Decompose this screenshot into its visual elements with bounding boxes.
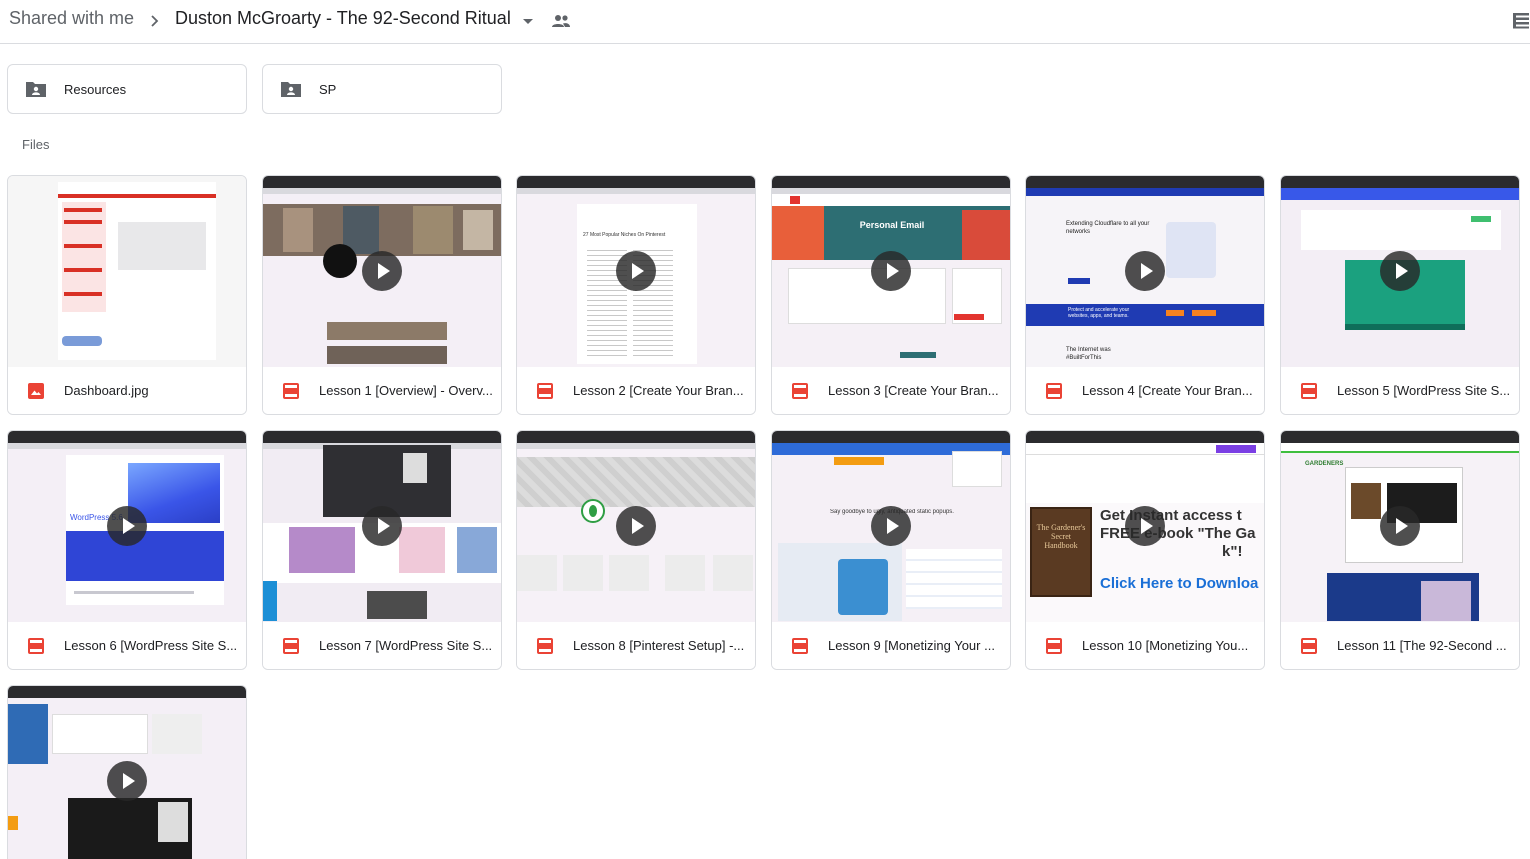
play-icon (1380, 506, 1420, 546)
folder-label: Resources (64, 82, 127, 97)
play-icon (1125, 506, 1165, 546)
file-footer: Lesson 4 [Create Your Bran... (1026, 367, 1264, 414)
thumb-headline-3: k"! (1222, 543, 1243, 560)
video-thumbnail: Extending Cloudflare to all your network… (1026, 176, 1264, 367)
play-icon (107, 506, 147, 546)
shared-folder-icon (26, 82, 46, 97)
file-name: Lesson 7 [WordPress Site S... (319, 638, 493, 653)
file-footer: Lesson 7 [WordPress Site S... (263, 622, 501, 669)
image-file-icon (28, 383, 44, 399)
file-card-dashboard[interactable]: Dashboard.jpg (7, 175, 247, 415)
file-footer: Lesson 8 [Pinterest Setup] -... (517, 622, 755, 669)
file-card-lesson-6[interactable]: WordPress 5.6 Lesson 6 [WordPress Site S… (7, 430, 247, 670)
file-name: Lesson 9 [Monetizing Your ... (828, 638, 995, 653)
thumb-cta-link: Click Here to Downloa (1100, 575, 1259, 592)
file-footer: Dashboard.jpg (8, 367, 246, 414)
play-icon (1125, 251, 1165, 291)
top-bar: Shared with me Duston McGroarty - The 92… (0, 0, 1530, 44)
file-thumbnail (8, 176, 246, 367)
folder-card-sp[interactable]: SP (262, 64, 502, 114)
file-card-lesson-10[interactable]: The Gardener's Secret Handbook Get Insta… (1025, 430, 1265, 670)
thumb-title: Extending Cloudflare to all your network… (1066, 221, 1150, 235)
file-name: Lesson 6 [WordPress Site S... (64, 638, 238, 653)
video-file-icon (537, 383, 553, 399)
file-name: Lesson 1 [Overview] - Overv... (319, 383, 493, 398)
file-card-lesson-2[interactable]: 27 Most Popular Niches On Pinterest Less… (516, 175, 756, 415)
file-card-lesson-1[interactable]: Lesson 1 [Overview] - Overv... (262, 175, 502, 415)
thumb-subtitle: Protect and accelerate your websites, ap… (1068, 307, 1130, 319)
video-file-icon (792, 383, 808, 399)
file-card-lesson-5[interactable]: Lesson 5 [WordPress Site S... (1280, 175, 1520, 415)
book-cover-title: The Gardener's Secret Handbook (1036, 523, 1086, 550)
file-name: Lesson 5 [WordPress Site S... (1337, 383, 1511, 398)
file-footer: Lesson 10 [Monetizing You... (1026, 622, 1264, 669)
video-thumbnail (263, 176, 501, 367)
file-name: Lesson 2 [Create Your Bran... (573, 383, 744, 398)
file-footer: Lesson 9 [Monetizing Your ... (772, 622, 1010, 669)
play-icon (616, 251, 656, 291)
file-name: Dashboard.jpg (64, 383, 149, 398)
breadcrumb-current[interactable]: Duston McGroarty - The 92-Second Ritual (175, 8, 511, 29)
video-file-icon (1046, 638, 1062, 654)
play-icon (362, 506, 402, 546)
file-card-lesson-4[interactable]: Extending Cloudflare to all your network… (1025, 175, 1265, 415)
video-thumbnail: WordPress 5.6 (8, 431, 246, 622)
thumb-title: 27 Most Popular Niches On Pinterest (583, 232, 666, 238)
video-file-icon (537, 638, 553, 654)
play-icon (107, 761, 147, 801)
folder-card-resources[interactable]: Resources (7, 64, 247, 114)
video-file-icon (1301, 638, 1317, 654)
video-thumbnail: Say goodbye to ugly, antiquated static p… (772, 431, 1010, 622)
file-card-lesson-11[interactable]: GARDENERS Lesson 11 [The 92-Second ... (1280, 430, 1520, 670)
file-card-lesson-8[interactable]: Lesson 8 [Pinterest Setup] -... (516, 430, 756, 670)
video-thumbnail: Personal Email (772, 176, 1010, 367)
play-icon (362, 251, 402, 291)
file-name: Lesson 8 [Pinterest Setup] -... (573, 638, 745, 653)
chevron-right-icon (151, 15, 159, 27)
folder-label: SP (319, 82, 337, 97)
list-view-icon[interactable] (1512, 11, 1530, 29)
file-name: Lesson 11 [The 92-Second ... (1337, 638, 1507, 653)
file-card-lesson-3[interactable]: Personal Email Lesson 3 [Create Your Bra… (771, 175, 1011, 415)
video-thumbnail: The Gardener's Secret Handbook Get Insta… (1026, 431, 1264, 622)
video-thumbnail (1281, 176, 1519, 367)
play-icon (871, 506, 911, 546)
video-file-icon (28, 638, 44, 654)
video-thumbnail: 27 Most Popular Niches On Pinterest (517, 176, 755, 367)
file-footer: Lesson 1 [Overview] - Overv... (263, 367, 501, 414)
file-name: Lesson 3 [Create Your Bran... (828, 383, 999, 398)
video-file-icon (1301, 383, 1317, 399)
thumb-footer-text: The Internet was #BuiltForThis (1066, 347, 1111, 361)
play-icon (871, 251, 911, 291)
video-thumbnail (517, 431, 755, 622)
files-section-label: Files (22, 137, 50, 152)
file-footer: Lesson 2 [Create Your Bran... (517, 367, 755, 414)
file-footer: Lesson 5 [WordPress Site S... (1281, 367, 1519, 414)
chevron-down-icon[interactable] (520, 13, 536, 29)
shared-folder-icon (281, 82, 301, 97)
file-card-lesson-7[interactable]: Lesson 7 [WordPress Site S... (262, 430, 502, 670)
play-icon (616, 506, 656, 546)
play-icon (1380, 251, 1420, 291)
video-file-icon (792, 638, 808, 654)
file-name: Lesson 10 [Monetizing You... (1082, 638, 1249, 653)
thumb-title: Personal Email (859, 220, 925, 230)
video-file-icon (1046, 383, 1062, 399)
file-footer: Lesson 3 [Create Your Bran... (772, 367, 1010, 414)
video-file-icon (283, 638, 299, 654)
video-thumbnail (8, 686, 246, 859)
file-footer: Lesson 6 [WordPress Site S... (8, 622, 246, 669)
video-thumbnail: GARDENERS (1281, 431, 1519, 622)
shared-people-icon (552, 15, 570, 27)
file-card-lesson-12[interactable] (7, 685, 247, 859)
breadcrumb-root[interactable]: Shared with me (9, 8, 134, 29)
file-name: Lesson 4 [Create Your Bran... (1082, 383, 1253, 398)
file-footer: Lesson 11 [The 92-Second ... (1281, 622, 1519, 669)
video-file-icon (283, 383, 299, 399)
video-thumbnail (263, 431, 501, 622)
file-card-lesson-9[interactable]: Say goodbye to ugly, antiquated static p… (771, 430, 1011, 670)
